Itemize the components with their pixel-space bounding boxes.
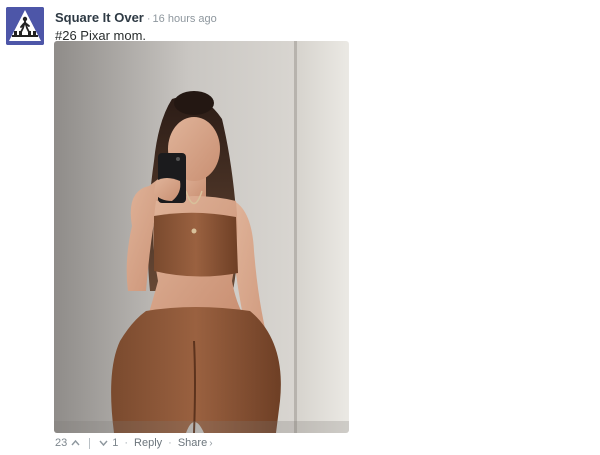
upvote-count: 23 [55, 437, 68, 449]
downvote-count: 1 [112, 437, 119, 449]
pedestrian-crossing-sign-icon [6, 7, 44, 45]
timestamp[interactable]: 16 hours ago [153, 13, 217, 25]
comment-meta: Square It Over · 16 hours ago [55, 9, 217, 27]
share-button[interactable]: Share › [178, 437, 213, 449]
vote-divider [89, 437, 91, 449]
share-arrow-icon: › [209, 438, 213, 449]
comment-footer: 23 1 · Reply · Share › [55, 437, 213, 449]
footer-separator: · [168, 437, 172, 449]
avatar[interactable] [6, 7, 44, 45]
comment-image[interactable] [54, 41, 349, 433]
footer-separator: · [124, 437, 129, 449]
downvote-chevron-icon[interactable] [98, 438, 109, 448]
comment: Square It Over · 16 hours ago #26 Pixar mo… [0, 0, 600, 455]
author-name[interactable]: Square It Over [55, 10, 144, 25]
upvote-chevron-icon[interactable] [70, 438, 81, 448]
reply-button[interactable]: Reply [134, 437, 162, 449]
meta-separator: · [146, 13, 151, 25]
share-label: Share [177, 437, 208, 449]
